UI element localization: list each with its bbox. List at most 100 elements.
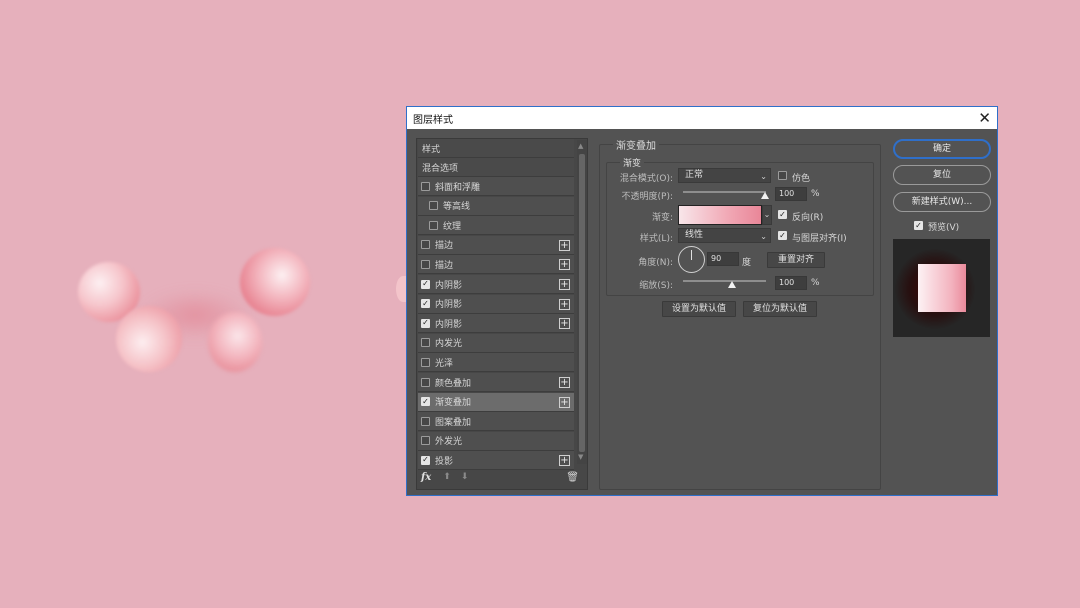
style-item-checkbox[interactable]	[421, 338, 430, 348]
gradient-dropdown-icon[interactable]: ⌄	[762, 205, 772, 225]
add-effect-icon[interactable]: +	[559, 377, 570, 388]
add-effect-icon[interactable]: +	[559, 298, 570, 310]
reset-alignment-button[interactable]: 重置对齐	[767, 252, 825, 268]
opacity-input[interactable]: 100	[775, 187, 807, 201]
style-item-label: 颜色叠加	[435, 378, 472, 389]
blend-mode-value: 正常	[685, 170, 704, 180]
style-item[interactable]: 图案叠加	[418, 412, 574, 432]
set-as-default-button[interactable]: 设置为默认值	[662, 301, 736, 317]
angle-label: 角度(N):	[638, 258, 673, 268]
scrollbar-thumb[interactable]	[579, 154, 585, 452]
style-item-label: 内阴影	[435, 319, 463, 330]
style-list-scrollbar[interactable]: ▲ ▼	[577, 140, 587, 464]
style-item-checkbox[interactable]: ✓	[421, 299, 430, 309]
blend-mode-select[interactable]: 正常 ⌄	[678, 168, 771, 183]
style-item-checkbox[interactable]	[421, 357, 430, 367]
style-item-checkbox[interactable]	[421, 416, 430, 426]
style-select[interactable]: 线性 ⌄	[678, 228, 771, 243]
style-item[interactable]: 等高线	[418, 196, 574, 216]
style-item-checkbox[interactable]: ✓	[421, 318, 430, 328]
style-item-label: 内发光	[435, 339, 463, 350]
style-item-label: 光泽	[435, 358, 454, 369]
add-effect-icon[interactable]: +	[559, 396, 570, 408]
scale-slider-knob[interactable]	[728, 281, 736, 288]
style-list-header-label: 样式	[422, 144, 441, 155]
dialog-title: 图层样式	[413, 114, 453, 126]
ok-button[interactable]: 确定	[893, 139, 991, 159]
style-item-label: 图案叠加	[435, 417, 472, 428]
style-item[interactable]: ✓ 内阴影 +	[418, 294, 574, 314]
add-effect-icon[interactable]: +	[559, 259, 570, 271]
arrow-up-icon[interactable]: ⬆	[443, 472, 451, 482]
scale-slider-track[interactable]	[683, 280, 766, 282]
blend-options-item[interactable]: 混合选项	[418, 158, 574, 177]
opacity-unit: %	[811, 189, 820, 199]
preview-label: 预览(V)	[928, 223, 960, 233]
style-item[interactable]: 颜色叠加 +	[418, 373, 574, 392]
style-item[interactable]: 光泽	[418, 353, 574, 373]
reverse-label: 反向(R)	[792, 213, 824, 223]
trash-icon[interactable]: 🗑	[566, 472, 579, 483]
style-item[interactable]: ✓ 内阴影 +	[418, 314, 574, 334]
new-style-button[interactable]: 新建样式(W)...	[893, 192, 991, 212]
style-list: 样式 混合选项 斜面和浮雕 等高线 纹理 描边 + 描边 + ✓ 内阴影 + ✓ 内阴影 + ✓ 内阴影 + 内…	[416, 138, 588, 490]
fx-icon[interactable]: fx	[421, 472, 431, 483]
style-preview-thumbnail	[893, 239, 990, 337]
reverse-checkbox[interactable]: ✓	[778, 210, 787, 219]
style-item-label: 渐变叠加	[435, 398, 472, 409]
close-icon[interactable]: ✕	[978, 110, 991, 126]
style-item[interactable]: 外发光	[418, 431, 574, 451]
angle-dial[interactable]	[678, 246, 705, 273]
style-item-checkbox[interactable]	[429, 220, 438, 230]
style-item[interactable]: 纹理	[418, 216, 574, 236]
style-item[interactable]: ✓ 内阴影 +	[418, 275, 574, 294]
blend-mode-label: 混合模式(O):	[619, 174, 673, 184]
preview-swatch	[918, 264, 966, 312]
align-with-layer-checkbox[interactable]: ✓	[778, 231, 787, 240]
style-value: 线性	[685, 230, 704, 240]
style-item-checkbox[interactable]	[421, 436, 430, 446]
style-item-checkbox[interactable]	[421, 259, 430, 269]
scale-unit: %	[811, 278, 820, 288]
scale-input[interactable]: 100	[775, 276, 807, 290]
dither-label: 仿色	[792, 174, 811, 184]
gradient-label: 渐变:	[651, 213, 673, 223]
style-item-label: 描边	[435, 260, 454, 271]
reset-to-default-button[interactable]: 复位为默认值	[743, 301, 817, 317]
blend-options-label: 混合选项	[422, 163, 459, 174]
add-effect-icon[interactable]: +	[559, 318, 570, 330]
arrow-down-icon[interactable]: ⬇	[461, 472, 469, 482]
opacity-slider-knob[interactable]	[761, 192, 769, 199]
angle-input[interactable]: 90	[707, 252, 739, 266]
style-item[interactable]: 描边 +	[418, 255, 574, 275]
dither-checkbox[interactable]	[778, 171, 787, 180]
scroll-down-icon[interactable]: ▼	[578, 453, 583, 461]
style-item-checkbox[interactable]: ✓	[421, 455, 430, 465]
style-item-checkbox[interactable]	[421, 181, 430, 191]
style-item-checkbox[interactable]	[429, 201, 438, 211]
opacity-slider-track[interactable]	[683, 191, 766, 193]
style-item[interactable]: 斜面和浮雕	[418, 177, 574, 196]
add-effect-icon[interactable]: +	[559, 239, 570, 251]
style-list-footer: fx ⬆ ⬇ 🗑	[417, 465, 587, 489]
style-item-checkbox[interactable]	[421, 240, 430, 250]
style-item-label: 内阴影	[435, 280, 463, 291]
layer-style-dialog: 图层样式 ✕ 样式 混合选项 斜面和浮雕 等高线 纹理 描边 + 描边 + ✓ 内阴影 + ✓ 内阴影…	[406, 106, 998, 496]
align-with-layer-label: 与图层对齐(I)	[792, 234, 847, 244]
gradient-swatch[interactable]	[678, 205, 762, 225]
style-item[interactable]: 内发光	[418, 333, 574, 353]
add-effect-icon[interactable]: +	[559, 279, 570, 290]
reset-button[interactable]: 复位	[893, 165, 991, 185]
style-item[interactable]: ✓ 渐变叠加 +	[418, 392, 574, 412]
angle-dial-needle	[691, 250, 692, 260]
style-item-checkbox[interactable]: ✓	[421, 397, 430, 407]
style-item-label: 纹理	[443, 221, 462, 232]
preview-checkbox[interactable]: ✓	[914, 221, 923, 230]
style-item[interactable]: 描边 +	[418, 235, 574, 255]
style-label: 样式(L):	[639, 234, 673, 244]
style-item-checkbox[interactable]: ✓	[421, 279, 430, 289]
style-item-checkbox[interactable]	[421, 377, 430, 387]
style-item-label: 等高线	[443, 202, 471, 213]
scroll-up-icon[interactable]: ▲	[578, 142, 583, 150]
style-item-label: 内阴影	[435, 300, 463, 311]
